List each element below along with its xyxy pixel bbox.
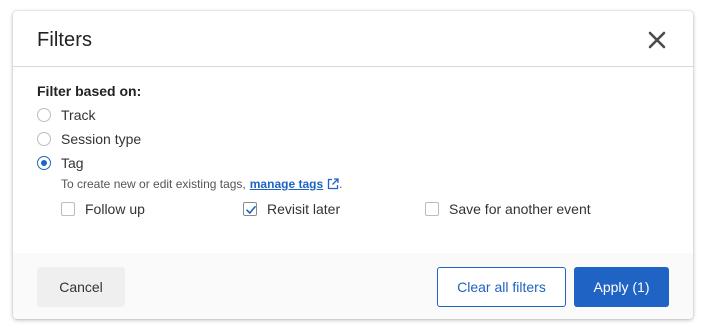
radio-option-track[interactable]: Track — [37, 105, 95, 125]
manage-tags-link[interactable]: manage tags — [250, 177, 323, 191]
filters-dialog: Filters Filter based on: Track Session t… — [13, 11, 693, 319]
helper-text: To create new or edit existing tags, — [61, 177, 246, 191]
checkbox-checked[interactable] — [243, 202, 257, 216]
tag-checkbox-revisit-later[interactable]: Revisit later — [243, 199, 340, 219]
dialog-footer: Cancel Clear all filters Apply (1) — [13, 253, 693, 319]
dialog-header: Filters — [13, 11, 693, 67]
radio-button-selected[interactable] — [37, 156, 51, 170]
radio-label-track: Track — [61, 107, 96, 123]
radio-button[interactable] — [37, 108, 51, 122]
tag-checkbox-follow-up[interactable]: Follow up — [61, 199, 145, 219]
radio-option-tag[interactable]: Tag — [37, 153, 84, 173]
radio-label-session-type: Session type — [61, 131, 142, 147]
cancel-button[interactable]: Cancel — [37, 267, 125, 307]
filter-section-label: Filter based on: — [37, 83, 142, 99]
checkbox-label-revisit-later: Revisit later — [267, 201, 341, 217]
close-button[interactable] — [645, 28, 669, 52]
checkbox[interactable] — [61, 202, 75, 216]
apply-button[interactable]: Apply (1) — [574, 267, 669, 307]
checkbox-label-save-for-another-event: Save for another event — [449, 201, 591, 217]
external-link-icon[interactable] — [327, 178, 339, 190]
radio-label-tag: Tag — [61, 155, 84, 171]
checkbox-label-follow-up: Follow up — [85, 201, 145, 217]
dialog-body: Filter based on: Track Session type Tag … — [13, 67, 693, 253]
tags-helper-text: To create new or edit existing tags, man… — [61, 177, 342, 191]
close-icon — [648, 31, 666, 49]
radio-option-session-type[interactable]: Session type — [37, 129, 141, 149]
helper-suffix: . — [339, 177, 343, 191]
dialog-title: Filters — [37, 29, 93, 51]
clear-all-filters-button[interactable]: Clear all filters — [437, 267, 566, 307]
tag-checkbox-save-for-another-event[interactable]: Save for another event — [425, 199, 591, 219]
checkbox[interactable] — [425, 202, 439, 216]
checkmark-icon — [246, 206, 256, 214]
radio-button[interactable] — [37, 132, 51, 146]
